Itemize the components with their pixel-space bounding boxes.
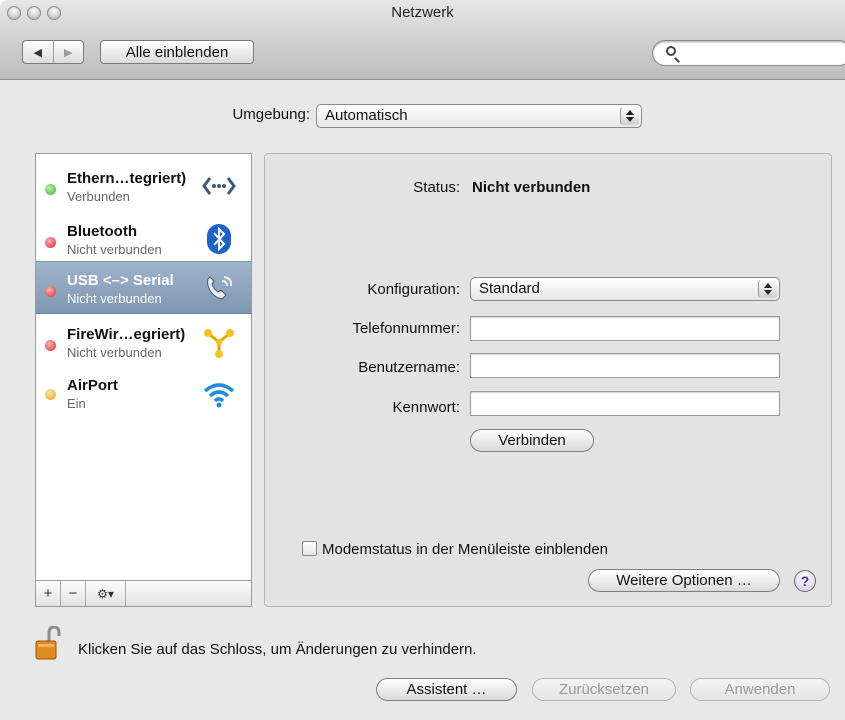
firewire-icon — [202, 325, 236, 359]
back-arrow-icon: ◀ — [33, 46, 42, 59]
location-label: Umgebung: — [232, 106, 310, 123]
phone-number-field[interactable] — [470, 316, 780, 341]
revert-button[interactable]: Zurücksetzen — [532, 678, 676, 701]
gear-icon: ⚙▾ — [97, 586, 114, 601]
forward-button[interactable]: ▶ — [52, 41, 84, 63]
search-field[interactable] — [652, 40, 845, 66]
modem-status-label: Modemstatus in der Menüleiste einblenden — [322, 541, 609, 558]
service-item-airport[interactable]: AirPort Ein — [36, 369, 251, 422]
password-field[interactable] — [470, 391, 780, 416]
service-name: USB <–> Serial — [67, 272, 174, 289]
popup-arrows-icon — [620, 107, 639, 125]
lock-hint-text: Klicken Sie auf das Schloss, um Änderung… — [78, 641, 477, 658]
service-item-firewire[interactable]: FireWir…egriert) Nicht verbunden — [36, 316, 251, 369]
configuration-popup[interactable]: Standard — [470, 277, 780, 301]
ethernet-icon — [202, 169, 236, 203]
modem-status-checkbox[interactable] — [302, 541, 317, 556]
service-status: Nicht verbunden — [67, 345, 162, 360]
service-status: Verbunden — [67, 189, 130, 204]
service-item-usb-serial[interactable]: USB <–> Serial Nicht verbunden — [36, 261, 251, 314]
service-item-bluetooth[interactable]: Bluetooth Nicht verbunden — [36, 213, 251, 266]
more-options-button[interactable]: Weitere Optionen … — [588, 569, 780, 592]
popup-arrows-icon — [758, 280, 777, 298]
network-preferences-window: Netzwerk ◀ ▶ Alle einblenden Umgebung: A… — [0, 0, 845, 720]
username-field[interactable] — [470, 353, 780, 378]
location-value: Automatisch — [325, 107, 408, 124]
status-value: Nicht verbunden — [472, 179, 591, 196]
forward-arrow-icon: ▶ — [64, 46, 73, 59]
titlebar: Netzwerk ◀ ▶ Alle einblenden — [0, 0, 845, 80]
username-label: Benutzername: — [358, 359, 460, 376]
password-label: Kennwort: — [392, 399, 460, 416]
status-dot-orange — [45, 389, 56, 400]
remove-service-button[interactable]: − — [61, 581, 86, 606]
service-status: Ein — [67, 396, 86, 411]
configuration-value: Standard — [479, 280, 540, 297]
status-dot-red — [45, 286, 56, 297]
search-icon — [666, 46, 676, 56]
status-dot-green — [45, 184, 56, 195]
status-label: Status: — [413, 179, 460, 196]
connect-button[interactable]: Verbinden — [470, 429, 594, 452]
lock-button[interactable] — [35, 625, 61, 660]
phone-icon — [202, 271, 236, 305]
apply-button[interactable]: Anwenden — [690, 678, 830, 701]
service-name: FireWir…egriert) — [67, 326, 186, 343]
service-status: Nicht verbunden — [67, 242, 162, 257]
location-popup[interactable]: Automatisch — [316, 104, 642, 128]
assistant-button[interactable]: Assistent … — [376, 678, 517, 701]
phone-number-label: Telefonnummer: — [352, 320, 460, 337]
service-status: Nicht verbunden — [67, 291, 162, 306]
service-name: Ethern…tegriert) — [67, 170, 187, 187]
service-list-toolbar: + − ⚙▾ — [36, 580, 251, 606]
service-name: AirPort — [67, 377, 118, 394]
detail-panel: Status: Nicht verbunden Konfiguration: S… — [264, 153, 832, 607]
wifi-icon — [202, 378, 236, 412]
service-item-ethernet[interactable]: Ethern…tegriert) Verbunden — [36, 160, 251, 213]
add-service-button[interactable]: + — [36, 581, 61, 606]
unlocked-padlock-icon — [35, 625, 61, 660]
help-button[interactable]: ? — [794, 570, 816, 592]
show-all-button[interactable]: Alle einblenden — [100, 40, 254, 64]
window-title: Netzwerk — [391, 4, 454, 21]
status-dot-red — [45, 237, 56, 248]
service-name: Bluetooth — [67, 223, 137, 240]
status-dot-red — [45, 340, 56, 351]
action-gear-button[interactable]: ⚙▾ — [86, 581, 126, 606]
navigation-segment: ◀ ▶ — [22, 40, 84, 64]
bluetooth-icon — [202, 222, 236, 256]
configuration-label: Konfiguration: — [367, 281, 460, 298]
back-button[interactable]: ◀ — [23, 41, 53, 63]
service-list: Ethern…tegriert) Verbunden Bluetooth Nic… — [35, 153, 252, 607]
